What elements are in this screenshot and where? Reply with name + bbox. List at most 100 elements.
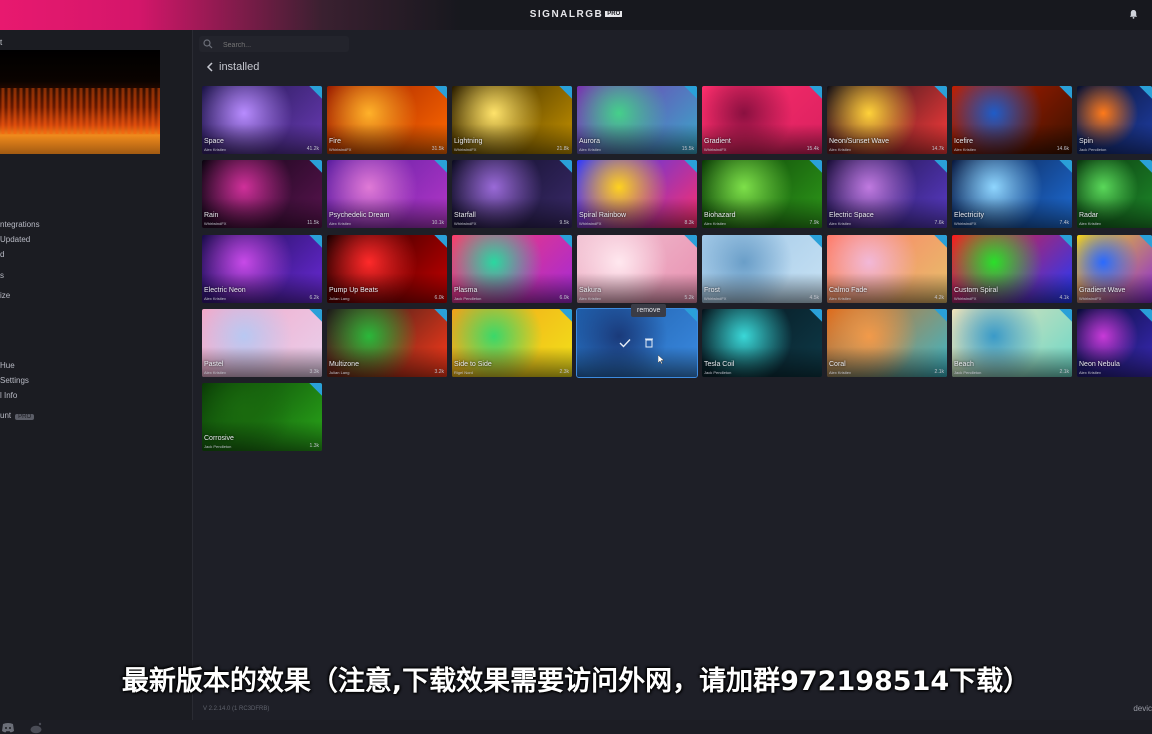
effect-name: Frost xyxy=(704,287,720,294)
installed-corner-badge xyxy=(934,309,947,322)
effect-tile[interactable]: Neon/Sunset Wave Alex Kristiev 14.7k xyxy=(827,86,947,154)
sidebar-item-settings[interactable]: Settings xyxy=(0,376,29,385)
effect-tile[interactable]: Side to Side Rigel Nord 2.3k xyxy=(452,309,572,377)
effect-author: WhirlwindFX xyxy=(454,147,477,152)
effect-author: Alex Kristiev xyxy=(829,296,852,301)
effect-downloads: 5.2k xyxy=(684,295,694,301)
installed-corner-badge xyxy=(309,383,322,396)
effect-name: Sakura xyxy=(579,287,602,294)
effect-tile[interactable]: Multizone Julian Lang 3.2k xyxy=(327,309,447,377)
back-chevron-icon[interactable] xyxy=(205,61,215,73)
effect-downloads: 14.7k xyxy=(931,146,944,152)
effect-downloads: 6.0k xyxy=(434,295,444,301)
effect-downloads: 4.5k xyxy=(809,295,819,301)
sidebar-item-account[interactable]: unt PRO xyxy=(0,411,35,420)
page-title: installed xyxy=(219,61,260,73)
effect-tile[interactable]: Starfall WhirlwindFX 9.5k xyxy=(452,160,572,228)
effect-name: Pastel xyxy=(204,361,224,368)
effect-tile[interactable]: Aurora Alex Kristiev 15.5k xyxy=(577,86,697,154)
installed-corner-badge xyxy=(934,160,947,173)
effect-tile[interactable]: Fire WhirlwindFX 31.5k xyxy=(327,86,447,154)
effect-tile[interactable]: Electric Neon Alex Kristiev 6.2k xyxy=(202,235,322,303)
installed-corner-badge xyxy=(934,86,947,99)
sidebar-item-customize[interactable]: ize xyxy=(0,291,10,300)
sidebar-item-hue[interactable]: Hue xyxy=(0,361,15,370)
effect-author: Alex Kristiev xyxy=(1079,221,1102,226)
effect-author: Alex Kristiev xyxy=(704,221,727,226)
effect-tile[interactable]: Tesla Coil Jack Pendleton xyxy=(702,309,822,377)
effect-tile[interactable]: Frost WhirlwindFX 4.5k xyxy=(702,235,822,303)
effect-author: Jack Pendleton xyxy=(204,444,232,449)
effect-tile[interactable]: Pastel Alex Kristiev 3.3k xyxy=(202,309,322,377)
effect-name: Tesla Coil xyxy=(704,361,735,368)
effect-tile[interactable]: Custom Spiral WhirlwindFX 4.1k xyxy=(952,235,1072,303)
effect-tile[interactable]: Electric Space Alex Kristiev 7.6k xyxy=(827,160,947,228)
effect-tile[interactable]: Gradient WhirlwindFX 15.4k xyxy=(702,86,822,154)
search-input[interactable] xyxy=(221,37,345,53)
installed-corner-badge xyxy=(684,160,697,173)
effect-tile[interactable]: Psychedelic Dream Alex Kristiev 10.1k xyxy=(327,160,447,228)
effect-tile[interactable]: Pump Up Beats Julian Lang 6.0k xyxy=(327,235,447,303)
effect-tile[interactable]: Space Alex Kristiev 41.2k xyxy=(202,86,322,154)
effect-tile[interactable]: Biohazard Alex Kristiev 7.9k xyxy=(702,160,822,228)
sidebar-item-integrations[interactable]: ntegrations xyxy=(0,220,40,229)
effect-tile[interactable]: Coral Alex Kristiev 2.1k xyxy=(827,309,947,377)
effect-downloads: 3.3k xyxy=(309,369,319,375)
installed-corner-badge xyxy=(1059,235,1072,248)
installed-corner-badge xyxy=(1139,86,1152,99)
sidebar-item-info[interactable]: l Info xyxy=(0,391,17,400)
effect-tile[interactable]: Plasma Jack Pendleton 6.0k xyxy=(452,235,572,303)
installed-corner-badge xyxy=(684,309,697,322)
installed-corner-badge xyxy=(809,160,822,173)
installed-corner-badge xyxy=(934,235,947,248)
search-box[interactable] xyxy=(199,36,349,53)
effect-tile[interactable]: Spiral Rainbow WhirlwindFX 8.3k xyxy=(577,160,697,228)
effect-tile[interactable]: Neon Nebula Alex Kristiev xyxy=(1077,309,1152,377)
effect-downloads: 11.5k xyxy=(307,220,319,226)
effect-author: Alex Kristiev xyxy=(329,221,352,226)
effect-name: Side to Side xyxy=(454,361,492,368)
effect-tile[interactable]: Beach Jack Pendleton 2.1k xyxy=(952,309,1072,377)
effect-downloads: 14.6k xyxy=(1056,146,1069,152)
effect-author: Julian Lang xyxy=(329,296,350,301)
effect-tile[interactable]: Lightning WhirlwindFX 21.8k xyxy=(452,86,572,154)
effect-tile[interactable]: Calmo Fade Alex Kristiev 4.2k xyxy=(827,235,947,303)
sidebar-item-4[interactable]: s xyxy=(0,271,4,280)
effect-preview[interactable] xyxy=(0,50,160,154)
trash-icon[interactable] xyxy=(644,337,654,348)
effect-tile[interactable]: Corrosive Jack Pendleton 1.3k xyxy=(202,383,322,451)
effect-author: WhirlwindFX xyxy=(704,296,727,301)
effect-tile[interactable]: Spin Jack Pendleton xyxy=(1077,86,1152,154)
effect-name: Spiral Rainbow xyxy=(579,212,627,219)
effect-tile[interactable]: Radar Alex Kristiev xyxy=(1077,160,1152,228)
effect-tile[interactable] xyxy=(576,308,698,378)
effect-tile[interactable]: Sakura Alex Kristiev 5.2k xyxy=(577,235,697,303)
effect-name: Calmo Fade xyxy=(829,287,868,294)
effect-author: Alex Kristiev xyxy=(204,296,227,301)
reddit-icon[interactable] xyxy=(29,722,43,734)
effect-tile[interactable]: Gradient Wave WhirlwindFX xyxy=(1077,235,1152,303)
effect-tile[interactable]: Electricity WhirlwindFX 7.4k xyxy=(952,160,1072,228)
effect-author: Alex Kristiev xyxy=(204,147,227,152)
installed-corner-badge xyxy=(434,160,447,173)
effect-author: Jack Pendleton xyxy=(704,370,732,375)
effect-author: Alex Kristiev xyxy=(829,221,852,226)
effect-author: WhirlwindFX xyxy=(704,147,727,152)
bell-icon[interactable] xyxy=(1129,9,1138,19)
effect-name: Fire xyxy=(329,138,342,145)
apply-check-icon[interactable] xyxy=(619,338,631,348)
effect-tile[interactable]: Icefire Alex Kristiev 14.6k xyxy=(952,86,1072,154)
installed-corner-badge xyxy=(559,86,572,99)
installed-corner-badge xyxy=(434,309,447,322)
sidebar-item-3[interactable]: d xyxy=(0,250,4,259)
installed-corner-badge xyxy=(809,309,822,322)
sidebar-item-updated[interactable]: Updated xyxy=(0,235,30,244)
installed-corner-badge xyxy=(434,235,447,248)
discord-icon[interactable] xyxy=(1,722,15,734)
effect-downloads: 7.4k xyxy=(1059,220,1069,226)
pro-tag: PRO xyxy=(605,11,623,17)
devices-label[interactable]: devic xyxy=(1133,704,1152,713)
effect-tile[interactable]: Rain WhirlwindFX 11.5k xyxy=(202,160,322,228)
effect-downloads: 1.3k xyxy=(309,443,319,449)
sidebar: t ntegrations Updated d s ize Hue Settin… xyxy=(0,30,193,734)
